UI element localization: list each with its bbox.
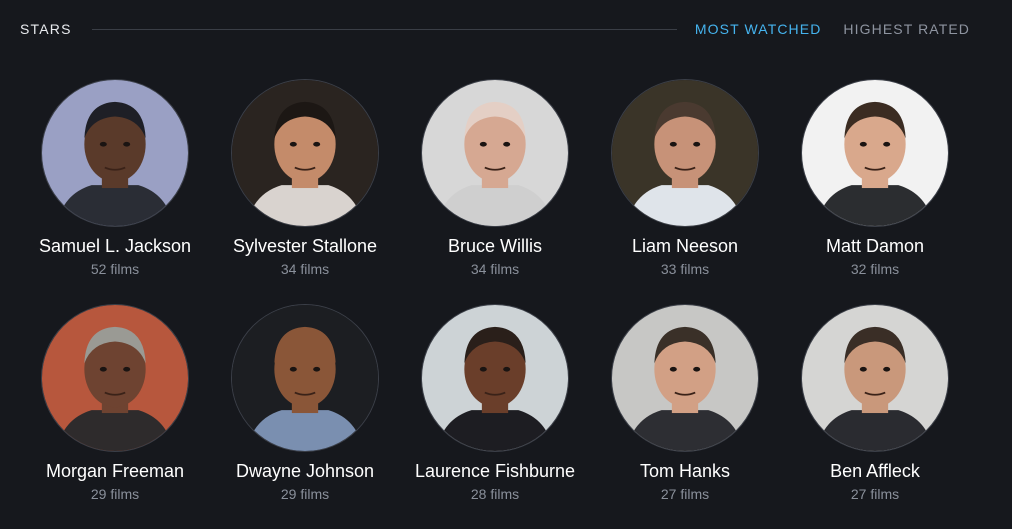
portrait-eye-right <box>313 366 321 372</box>
header-divider <box>91 28 677 30</box>
star-name[interactable]: Laurence Fishburne <box>415 460 575 482</box>
star-photo[interactable] <box>41 79 189 227</box>
portrait-illustration <box>232 80 378 226</box>
portrait-illustration <box>802 305 948 451</box>
portrait-illustration <box>422 305 568 451</box>
portrait-illustration <box>612 305 758 451</box>
stars-grid: Samuel L. Jackson 52 films Sylvester Sta… <box>20 79 970 529</box>
portrait-eye-right <box>883 366 891 372</box>
star-film-count: 27 films <box>850 486 900 502</box>
star-card[interactable]: Samuel L. Jackson 52 films <box>20 79 210 304</box>
portrait-eye-right <box>123 366 131 372</box>
star-name[interactable]: Matt Damon <box>826 235 924 257</box>
star-photo[interactable] <box>611 79 759 227</box>
star-card[interactable]: Dwayne Johnson 29 films <box>210 304 400 529</box>
portrait-eye-left <box>99 141 107 147</box>
portrait-eye-right <box>693 141 701 147</box>
portrait-illustration <box>42 80 188 226</box>
star-photo[interactable] <box>231 79 379 227</box>
tab-most-watched[interactable]: MOST WATCHED <box>695 21 822 37</box>
star-card[interactable]: Liam Neeson 33 films <box>590 79 780 304</box>
portrait-eye-left <box>289 141 297 147</box>
star-film-count: 29 films <box>280 486 330 502</box>
star-film-count: 29 films <box>90 486 140 502</box>
star-photo[interactable] <box>801 304 949 452</box>
section-title: STARS <box>20 21 72 37</box>
portrait-eye-right <box>503 366 511 372</box>
star-name[interactable]: Bruce Willis <box>448 235 542 257</box>
tab-highest-rated[interactable]: HIGHEST RATED <box>843 21 970 37</box>
star-photo[interactable] <box>611 304 759 452</box>
portrait-illustration <box>422 80 568 226</box>
star-photo[interactable] <box>421 79 569 227</box>
star-film-count: 27 films <box>660 486 710 502</box>
portrait-eye-left <box>479 141 487 147</box>
star-film-count: 32 films <box>850 261 900 277</box>
star-name[interactable]: Ben Affleck <box>830 460 920 482</box>
portrait-eye-right <box>123 141 131 147</box>
portrait-eye-left <box>99 366 107 372</box>
portrait-illustration <box>612 80 758 226</box>
star-photo[interactable] <box>231 304 379 452</box>
star-card[interactable]: Sylvester Stallone 34 films <box>210 79 400 304</box>
star-photo[interactable] <box>801 79 949 227</box>
star-film-count: 28 films <box>470 486 520 502</box>
portrait-illustration <box>802 80 948 226</box>
portrait-illustration <box>42 305 188 451</box>
star-photo[interactable] <box>41 304 189 452</box>
portrait-eye-right <box>503 141 511 147</box>
star-name[interactable]: Morgan Freeman <box>46 460 184 482</box>
portrait-eye-left <box>289 366 297 372</box>
star-photo[interactable] <box>421 304 569 452</box>
star-film-count: 34 films <box>280 261 330 277</box>
portrait-eye-left <box>479 366 487 372</box>
star-name[interactable]: Dwayne Johnson <box>236 460 374 482</box>
portrait-eye-left <box>859 141 867 147</box>
stars-header: STARS MOST WATCHED HIGHEST RATED <box>20 18 970 40</box>
star-card[interactable]: Bruce Willis 34 films <box>400 79 590 304</box>
portrait-illustration <box>232 305 378 451</box>
star-card[interactable]: Morgan Freeman 29 films <box>20 304 210 529</box>
portrait-eye-left <box>669 366 677 372</box>
star-film-count: 52 films <box>90 261 140 277</box>
star-name[interactable]: Tom Hanks <box>640 460 730 482</box>
star-name[interactable]: Sylvester Stallone <box>233 235 377 257</box>
star-card[interactable]: Laurence Fishburne 28 films <box>400 304 590 529</box>
portrait-eye-left <box>859 366 867 372</box>
star-card[interactable]: Tom Hanks 27 films <box>590 304 780 529</box>
star-card[interactable]: Ben Affleck 27 films <box>780 304 970 529</box>
star-name[interactable]: Liam Neeson <box>632 235 738 257</box>
portrait-eye-right <box>693 366 701 372</box>
portrait-eye-left <box>669 141 677 147</box>
star-name[interactable]: Samuel L. Jackson <box>39 235 191 257</box>
portrait-eye-right <box>883 141 891 147</box>
star-film-count: 33 films <box>660 261 710 277</box>
star-film-count: 34 films <box>470 261 520 277</box>
star-card[interactable]: Matt Damon 32 films <box>780 79 970 304</box>
portrait-eye-right <box>313 141 321 147</box>
